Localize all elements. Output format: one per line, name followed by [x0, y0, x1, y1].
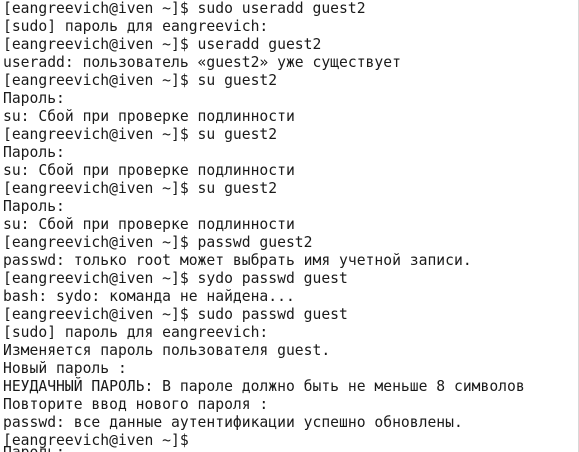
terminal-line: su: Сбой при проверке подлинности: [3, 162, 295, 179]
terminal-line: passwd: все данные аутентификации успешн…: [3, 414, 463, 431]
terminal-line: [eangreevich@iven ~]$ sydo passwd guest: [3, 270, 348, 287]
terminal-line: [sudo] пароль для eangreevich:: [3, 324, 269, 341]
terminal-line: [eangreevich@iven ~]$ su guest2: [3, 180, 278, 197]
terminal-line: [eangreevich@iven ~]$ useradd guest2: [3, 36, 322, 53]
terminal-line: Новый пароль :: [3, 360, 127, 377]
terminal-line: bash: sydo: команда не найдена...: [3, 288, 295, 305]
terminal-line: su: Сбой при проверке подлинности: [3, 108, 295, 125]
terminal-line: [sudo] пароль для eangreevich:: [3, 18, 269, 35]
terminal-line: [eangreevich@iven ~]$ passwd guest2: [3, 234, 313, 251]
text-cursor: [198, 432, 206, 448]
terminal-partial-text: Пароль:: [3, 444, 65, 452]
terminal-line: НЕУДАЧНЫЙ ПАРОЛЬ: В пароле должно быть н…: [3, 378, 525, 395]
terminal-line: [eangreevich@iven ~]$ sudo passwd guest: [3, 306, 348, 323]
terminal-line: useradd: пользователь «guest2» уже сущес…: [3, 54, 401, 71]
terminal-line: passwd: только root может выбрать имя уч…: [3, 252, 472, 269]
terminal-line: Пароль:: [3, 198, 65, 215]
terminal-line: Повторите ввод нового пароля :: [3, 396, 269, 413]
terminal-output: [eangreevich@iven ~]$ sudo useradd guest…: [3, 0, 525, 450]
terminal-line: Изменяется пароль пользователя guest.: [3, 342, 331, 359]
terminal-line: su: Сбой при проверке подлинности: [3, 216, 295, 233]
terminal-line: Пароль:: [3, 90, 65, 107]
terminal-line: [eangreevich@iven ~]$ su guest2: [3, 126, 278, 143]
terminal-partial-line: Пароль:: [3, 444, 65, 452]
terminal-line: Пароль:: [3, 144, 65, 161]
terminal-prompt-line[interactable]: [eangreevich@iven ~]$: [3, 432, 525, 450]
terminal-line: [eangreevich@iven ~]$ sudo useradd guest…: [3, 0, 366, 17]
terminal-window[interactable]: [eangreevich@iven ~]$ sudo useradd guest…: [0, 0, 579, 452]
terminal-line: [eangreevich@iven ~]$ su guest2: [3, 72, 278, 89]
